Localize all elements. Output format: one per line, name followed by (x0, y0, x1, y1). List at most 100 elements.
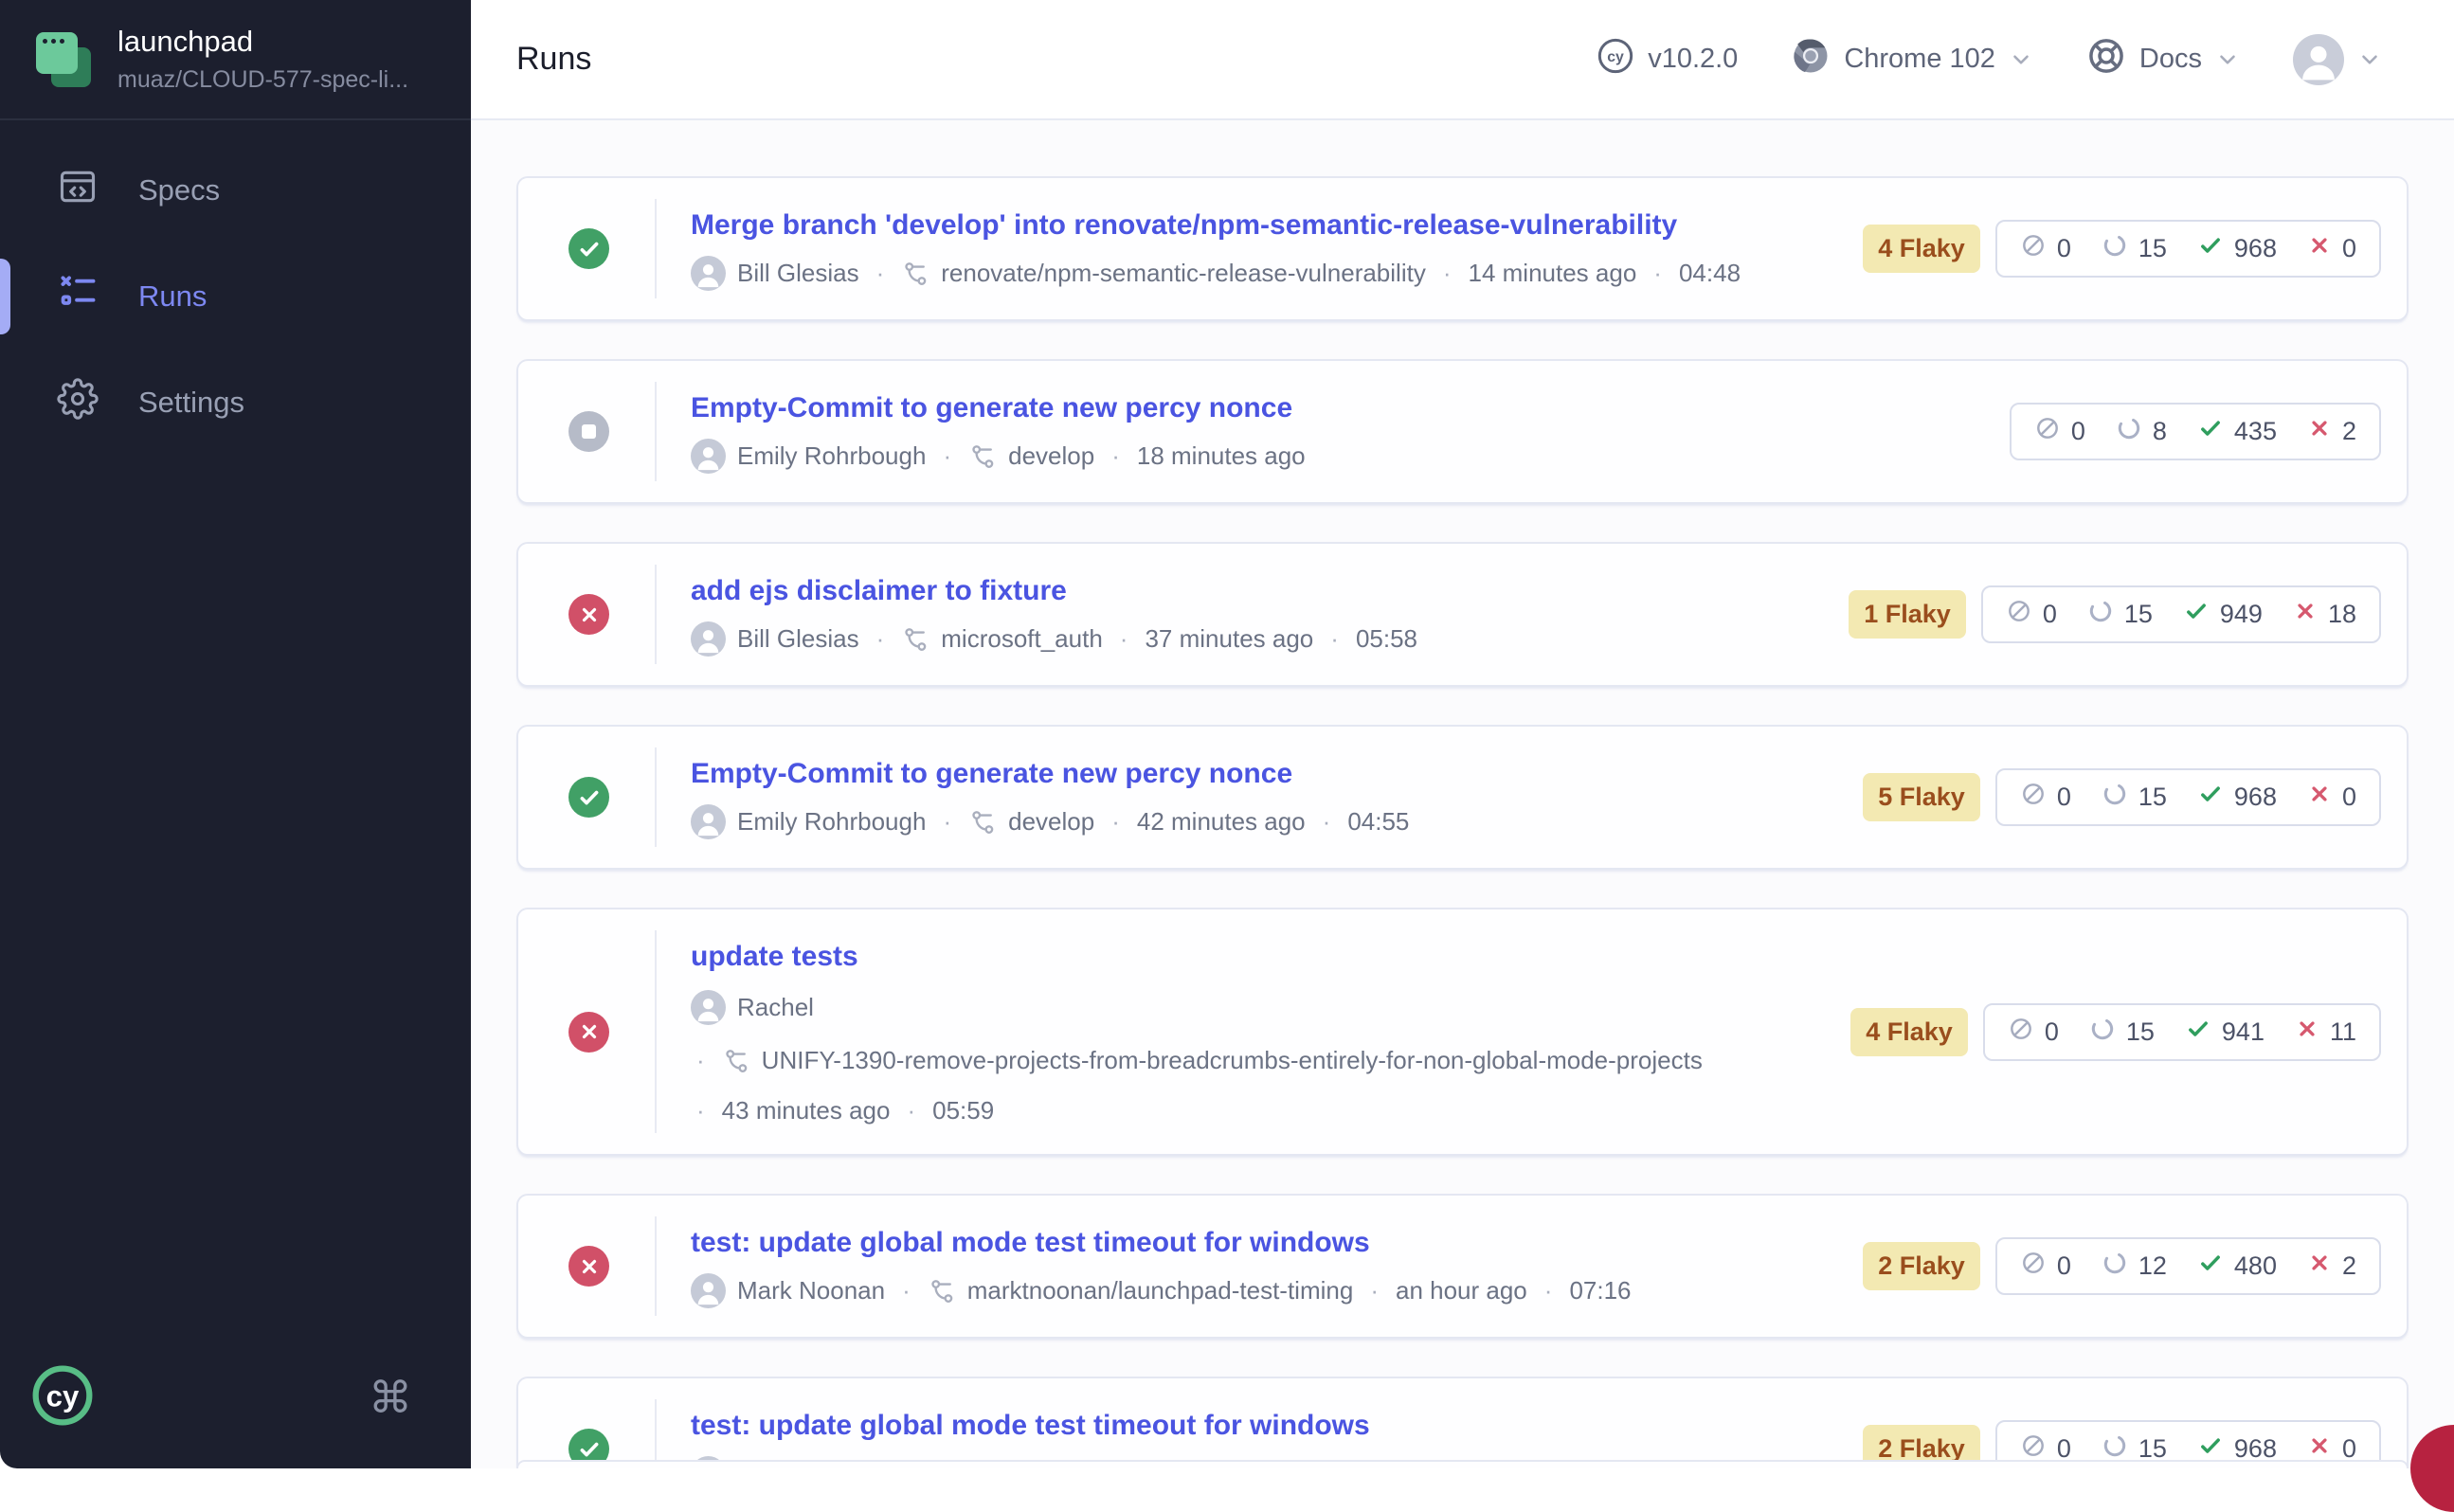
flaky-badge: 2 Flaky (1863, 1242, 1980, 1290)
run-row[interactable]: test: update global mode test timeout fo… (516, 1377, 2409, 1468)
project-name: launchpad (117, 25, 408, 59)
flaky-badge: 4 Flaky (1863, 225, 1980, 273)
passed-icon (2197, 232, 2224, 265)
run-row[interactable]: Empty-Commit to generate new percy nonce… (516, 725, 2409, 870)
run-duration: 07:16 (1569, 1276, 1631, 1305)
run-duration: 05:58 (1356, 624, 1417, 654)
cypress-logo[interactable]: cy (30, 1363, 95, 1432)
separator-dot: · (1370, 1276, 1379, 1305)
passed-count: 480 (2197, 1250, 2277, 1283)
failed-icon (2293, 599, 2318, 630)
project-branch: muaz/CLOUD-577-spec-li... (117, 66, 408, 94)
chevron-down-icon (2357, 47, 2382, 72)
sidebar-item-settings[interactable]: Settings (0, 350, 471, 456)
run-meta: Bill Glesias·microsoft_auth·37 minutes a… (691, 621, 1811, 657)
passed-count: 435 (2197, 415, 2277, 448)
skipped-icon (2020, 232, 2047, 265)
branch-icon (722, 1047, 750, 1075)
main-area: Runs cy v10.2.0 (471, 0, 2454, 1468)
sidebar-item-runs[interactable]: Runs (0, 243, 471, 350)
pending-icon (2102, 1250, 2128, 1283)
browser-label: Chrome 102 (1844, 44, 1995, 75)
pending-count: 15 (2102, 781, 2167, 814)
run-row[interactable]: test: update global mode test timeout fo… (516, 1194, 2409, 1339)
failed-icon (2307, 233, 2332, 264)
separator-dot: · (1111, 441, 1120, 471)
run-title-link[interactable]: Merge branch 'develop' into renovate/npm… (691, 207, 1825, 243)
failed-count: 0 (2307, 782, 2356, 813)
run-title-link[interactable]: add ejs disclaimer to fixture (691, 572, 1811, 609)
pending-count: 12 (2102, 1250, 2167, 1283)
separator-dot: · (876, 259, 885, 288)
run-results: 01594111 (1983, 1003, 2381, 1061)
skipped-count: 0 (2008, 1016, 2059, 1049)
pending-icon (2102, 781, 2128, 814)
passed-count: 968 (2197, 781, 2277, 814)
branch-icon (968, 808, 997, 837)
run-meta: Bill Glesias · renovate/npm-semantic-relea… (691, 256, 1825, 291)
separator-dot: · (943, 807, 951, 837)
skipped-icon (2020, 781, 2047, 814)
sidebar-item-specs[interactable]: Specs (0, 137, 471, 243)
run-title-link[interactable]: test: update global mode test timeout fo… (691, 1224, 1825, 1261)
version-indicator[interactable]: cy v10.2.0 (1597, 37, 1738, 82)
run-meta: Emily Rohrbough·develop·18 minutes ago (691, 439, 1972, 474)
pending-count: 15 (2089, 1016, 2155, 1049)
run-time: an hour ago (1396, 1276, 1527, 1305)
run-title-link[interactable]: test: update global mode test timeout fo… (691, 1407, 1825, 1444)
command-icon[interactable]: ⌘ (369, 1372, 412, 1423)
run-branch: renovate/npm-semantic-release-vulnerabil… (941, 259, 1426, 288)
failed-count: 11 (2295, 1017, 2356, 1048)
separator-dot: · (1323, 807, 1331, 837)
docs-menu[interactable]: Docs (2086, 36, 2240, 83)
run-status-icon-failed (568, 1012, 609, 1053)
active-nav-indicator (0, 259, 10, 334)
avatar (2293, 34, 2344, 85)
separator-dot: · (1111, 807, 1120, 837)
separator-dot: · (696, 1096, 705, 1125)
run-title-link[interactable]: Empty-Commit to generate new percy nonce (691, 755, 1825, 792)
skipped-count: 0 (2020, 1250, 2071, 1283)
run-row[interactable]: Empty-Commit to generate new percy nonce… (516, 359, 2409, 504)
failed-icon (2295, 1017, 2319, 1048)
passed-count: 968 (2197, 232, 2277, 265)
runs-icon (57, 272, 99, 321)
run-time: 42 minutes ago (1137, 807, 1306, 837)
flaky-badge: 1 Flaky (1849, 590, 1966, 639)
run-results: 0 12 480 2 (1995, 1237, 2381, 1295)
topbar: Runs cy v10.2.0 (471, 0, 2454, 120)
run-meta: Rachel·UNIFY-1390-remove-projects-from-b… (691, 990, 1813, 1125)
specs-icon (57, 166, 99, 215)
run-author: Emily Rohrbough (737, 441, 926, 471)
branch-icon (968, 442, 997, 471)
separator-dot: · (943, 441, 951, 471)
version-label: v10.2.0 (1648, 44, 1738, 75)
author-avatar-icon (691, 1273, 726, 1308)
skipped-icon (2006, 598, 2032, 631)
run-row[interactable]: update tests Rachel·UNIFY-1390-remove-pro… (516, 908, 2409, 1156)
project-header[interactable]: launchpad muaz/CLOUD-577-spec-li... (0, 0, 471, 120)
run-row-partial (516, 1460, 2409, 1468)
failed-count: 2 (2307, 1251, 2356, 1282)
run-results: 084352 (2010, 403, 2381, 460)
run-row[interactable]: Merge branch 'develop' into renovate/npm… (516, 176, 2409, 321)
run-author: Bill Glesias (737, 259, 859, 288)
gear-icon (57, 378, 99, 427)
passed-icon (2185, 1016, 2211, 1049)
branch-icon (901, 625, 929, 654)
browser-selector[interactable]: Chrome 102 (1791, 36, 2033, 83)
docs-lifering-icon (2086, 36, 2126, 83)
run-row[interactable]: add ejs disclaimer to fixture Bill Glesia… (516, 542, 2409, 687)
pending-icon (2089, 1016, 2116, 1049)
run-title-link[interactable]: update tests (691, 938, 1813, 975)
run-branch: marktnoonan/launchpad-test-timing (967, 1276, 1354, 1305)
pending-count: 15 (2087, 598, 2153, 631)
separator-dot: · (1443, 259, 1452, 288)
separator-dot: · (902, 1276, 911, 1305)
run-title-link[interactable]: Empty-Commit to generate new percy nonce (691, 389, 1972, 426)
user-menu[interactable] (2293, 34, 2382, 85)
sidebar-item-label: Specs (138, 173, 220, 207)
failed-icon (2307, 1251, 2332, 1282)
separator-dot: · (1653, 259, 1662, 288)
separator-dot: · (907, 1096, 915, 1125)
